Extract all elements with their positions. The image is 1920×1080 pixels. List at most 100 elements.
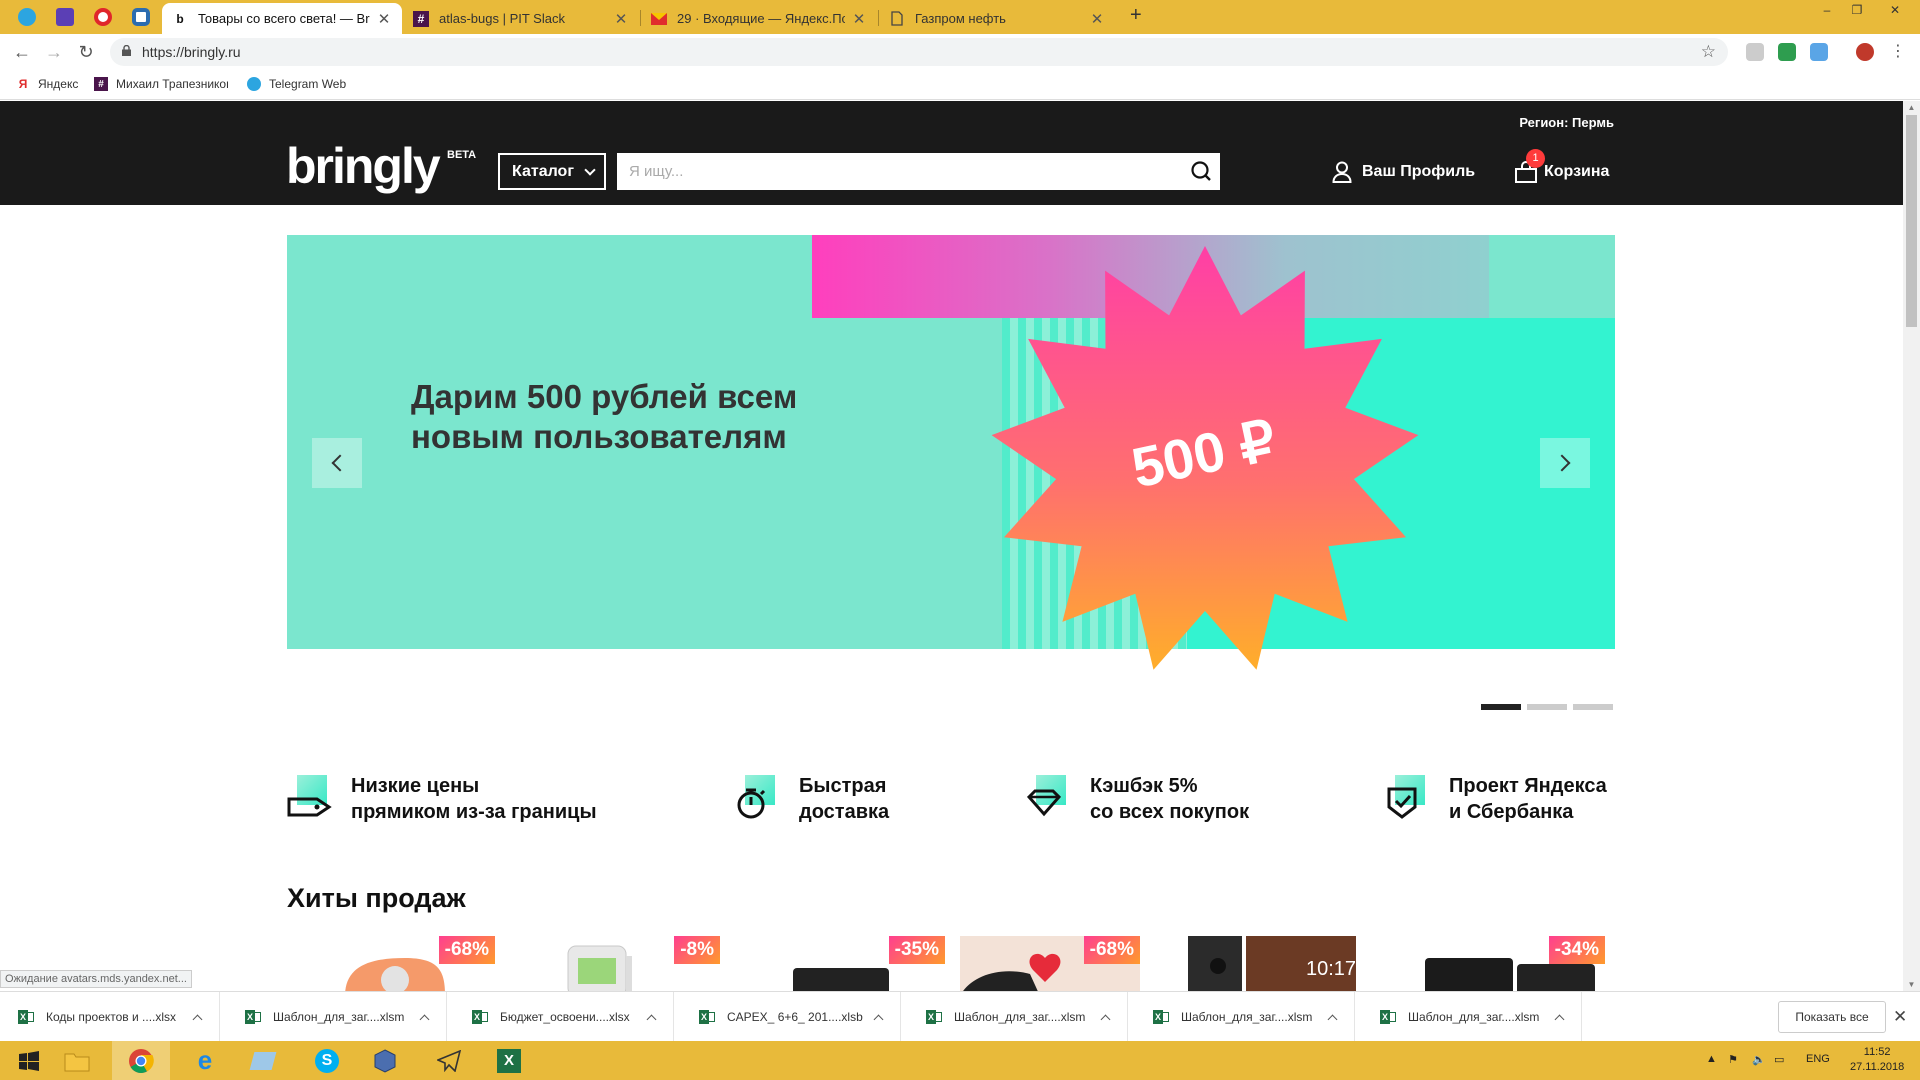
minimize-button[interactable]: – <box>1812 0 1842 20</box>
close-window-button[interactable]: ✕ <box>1880 0 1910 20</box>
product-card[interactable]: -8% <box>540 936 720 991</box>
scrollbar-thumb[interactable] <box>1906 115 1917 327</box>
pinned-tab-4[interactable] <box>122 0 160 34</box>
taskbar-file-explorer[interactable] <box>48 1041 106 1080</box>
slider-dot-3[interactable] <box>1573 704 1613 710</box>
volume-icon[interactable]: 🔈 <box>1752 1053 1766 1066</box>
new-tab-button[interactable]: + <box>1130 4 1142 27</box>
download-item[interactable]: X Шаблон_для_заг....xlsm <box>227 992 447 1042</box>
download-item[interactable]: X Шаблон_для_заг....xlsm <box>1135 992 1355 1042</box>
show-all-downloads-button[interactable]: Показать все <box>1778 1001 1886 1033</box>
windows-logo-icon <box>19 1050 39 1071</box>
flag-icon[interactable]: ⚑ <box>1728 1053 1738 1066</box>
windows-taskbar: e S X ▲ ⚑ 🔈 ▭ ENG 11:52 27.11.2018 <box>0 1041 1920 1080</box>
restore-button[interactable]: ❐ <box>1842 0 1872 20</box>
taskbar-virtualbox[interactable] <box>356 1041 414 1080</box>
tab-yandex-mail[interactable]: 29 · Входящие — Яндекс.Почта ✕ <box>641 3 877 34</box>
scroll-down-icon[interactable]: ▼ <box>1903 980 1920 989</box>
bookmark-slack[interactable]: # Михаил Трапезников <box>94 77 228 91</box>
page-scrollbar[interactable]: ▲ ▼ <box>1903 101 1920 991</box>
browser-tab-strip: b Товары со всего света! — Bringly ✕ # a… <box>0 0 1920 34</box>
slider-dot-1[interactable] <box>1481 704 1521 710</box>
beta-label: BETA <box>447 149 477 161</box>
product-card[interactable]: -34% <box>1425 936 1605 991</box>
extension-icon[interactable] <box>1746 43 1764 61</box>
web-page: Регион: Пермь bringly BETA Каталог Я ищу… <box>0 101 1903 991</box>
download-item[interactable]: X Бюджет_освоени....xlsx <box>454 992 674 1042</box>
close-icon[interactable]: ✕ <box>613 10 629 28</box>
close-downloads-icon[interactable]: ✕ <box>1893 1007 1907 1027</box>
region-selector[interactable]: Регион: Пермь <box>1519 115 1614 130</box>
promo-banner[interactable]: Дарим 500 рублей всем новым пользователя… <box>287 235 1615 670</box>
taskbar-telegram[interactable] <box>420 1041 478 1080</box>
profile-avatar-icon[interactable] <box>1856 43 1874 61</box>
forward-button[interactable]: → <box>42 40 66 64</box>
system-clock[interactable]: 11:52 27.11.2018 <box>1850 1045 1904 1075</box>
product-card[interactable]: -68% <box>315 936 495 991</box>
slider-next-button[interactable] <box>1540 438 1590 488</box>
chevron-up-icon[interactable] <box>873 1014 884 1024</box>
extension-icon[interactable] <box>1778 43 1796 61</box>
chevron-up-icon[interactable] <box>1327 1014 1338 1024</box>
slider-prev-button[interactable] <box>312 438 362 488</box>
feature-subtitle: и Сбербанка <box>1449 801 1574 823</box>
download-item[interactable]: X Коды проектов и ....xlsx <box>0 992 220 1042</box>
chevron-up-icon[interactable] <box>1554 1014 1565 1024</box>
download-item[interactable]: X CAPEX_ 6+6_ 201....xlsb <box>681 992 901 1042</box>
search-icon[interactable] <box>1190 160 1212 182</box>
chevron-up-icon[interactable] <box>1100 1014 1111 1024</box>
download-filename: Шаблон_для_заг....xlsm <box>954 1010 1086 1024</box>
chevron-up-icon[interactable] <box>646 1014 657 1024</box>
back-button[interactable]: ← <box>10 40 34 64</box>
pinned-tab-telegram[interactable] <box>8 0 46 34</box>
product-card[interactable]: -35% <box>765 936 945 991</box>
extension-icon[interactable] <box>1810 43 1828 61</box>
document-icon <box>889 11 905 27</box>
profile-label: Ваш Профиль <box>1362 163 1476 180</box>
bookmark-star-icon[interactable]: ☆ <box>1701 42 1716 62</box>
user-icon <box>1332 161 1352 183</box>
search-input[interactable]: Я ищу... <box>617 153 1220 190</box>
close-icon[interactable]: ✕ <box>376 10 392 28</box>
network-icon[interactable]: ▭ <box>1774 1053 1784 1066</box>
product-card[interactable]: 10:17 <box>1188 936 1368 991</box>
shield-check-icon <box>1385 773 1431 823</box>
pinned-tab-3[interactable] <box>84 0 122 34</box>
chevron-right-icon <box>1553 454 1571 472</box>
chevron-up-icon[interactable] <box>192 1014 203 1024</box>
tab-slack[interactable]: # atlas-bugs | PIT Slack ✕ <box>403 3 639 34</box>
tab-bringly[interactable]: b Товары со всего света! — Bringly ✕ <box>162 3 402 34</box>
tab-gazprom[interactable]: Газпром нефть ✕ <box>879 3 1115 34</box>
taskbar-chrome[interactable] <box>112 1041 170 1080</box>
language-indicator[interactable]: ENG <box>1806 1053 1830 1065</box>
taskbar-skype[interactable]: S <box>298 1041 356 1080</box>
pinned-tab-2[interactable] <box>46 0 84 34</box>
product-card[interactable]: -68% <box>960 936 1140 991</box>
tab-title: Газпром нефть <box>915 11 1006 26</box>
taskbar-excel[interactable]: X <box>480 1041 538 1080</box>
download-item[interactable]: X Шаблон_для_заг....xlsm <box>908 992 1128 1042</box>
site-header: Регион: Пермь bringly BETA Каталог Я ищу… <box>0 101 1903 205</box>
excel-file-icon: X <box>926 1009 942 1025</box>
feature-subtitle: со всех покупок <box>1090 801 1250 823</box>
profile-link[interactable]: Ваш Профиль <box>1332 161 1475 183</box>
browser-menu-icon[interactable]: ⋮ <box>1886 40 1910 64</box>
download-item[interactable]: X Шаблон_для_заг....xlsm <box>1362 992 1582 1042</box>
address-bar[interactable]: https://bringly.ru ☆ <box>110 38 1728 66</box>
bringly-logo[interactable]: bringly <box>286 141 441 191</box>
catalog-button[interactable]: Каталог <box>498 153 606 190</box>
close-icon[interactable]: ✕ <box>851 10 867 28</box>
bookmark-telegram[interactable]: Telegram Web <box>247 77 346 91</box>
scroll-up-icon[interactable]: ▲ <box>1903 103 1920 112</box>
bookmark-yandex[interactable]: Я Яндекс <box>16 77 79 91</box>
feature-subtitle: доставка <box>799 801 890 823</box>
slider-dot-2[interactable] <box>1527 704 1567 710</box>
discount-badge: -34% <box>1548 936 1605 964</box>
taskbar-ie[interactable]: e <box>176 1041 234 1080</box>
chevron-up-icon[interactable] <box>419 1014 430 1024</box>
tray-expand-icon[interactable]: ▲ <box>1706 1053 1717 1065</box>
reload-button[interactable]: ↻ <box>74 40 98 64</box>
close-icon[interactable]: ✕ <box>1089 10 1105 28</box>
taskbar-app[interactable] <box>234 1041 292 1080</box>
chevron-left-icon <box>331 454 349 472</box>
